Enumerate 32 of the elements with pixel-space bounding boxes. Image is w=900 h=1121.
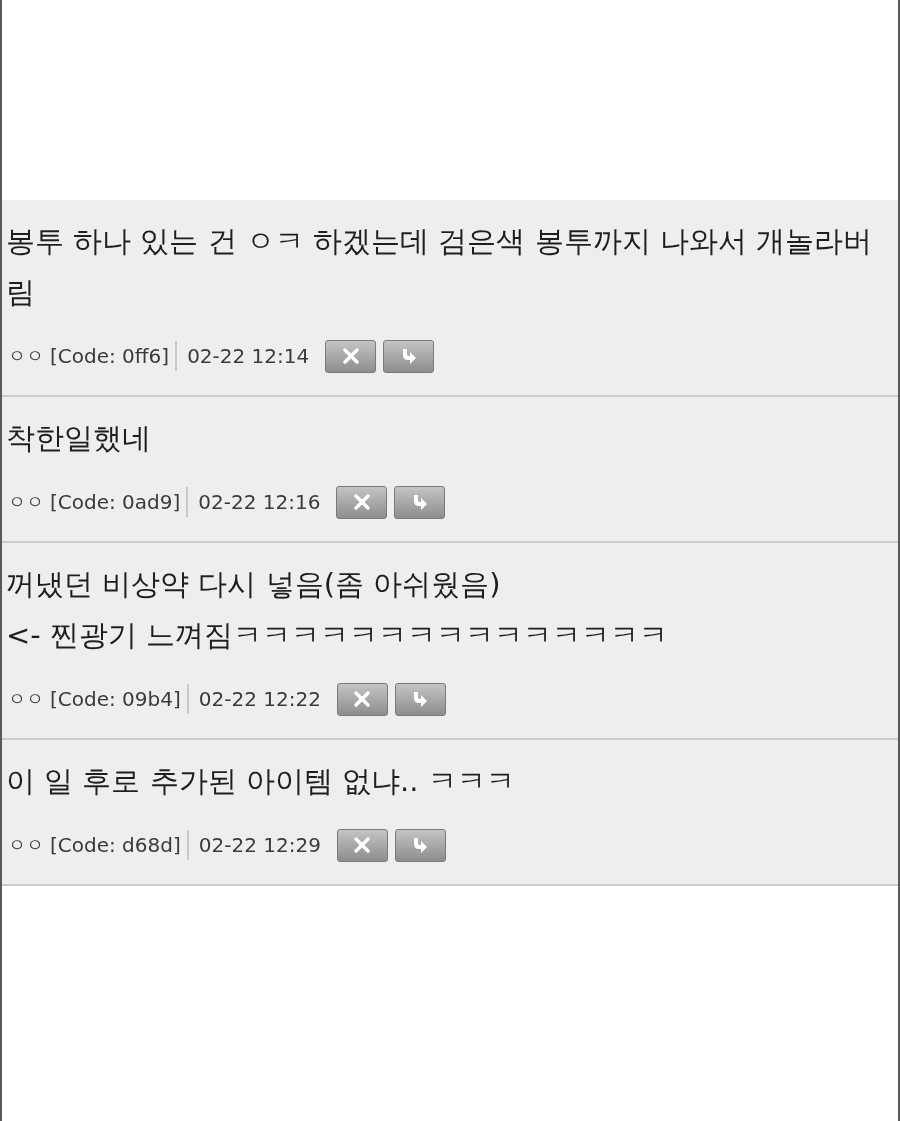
comment-text: 착한일했네 xyxy=(6,420,152,457)
comment-text: 봉투 하나 있는 건 ㅇㅋ 하겠는데 검은색 봉투까지 나와서 개놀라버림 xyxy=(6,223,873,311)
close-icon xyxy=(354,691,371,707)
author-code: [Code: 0ad9] xyxy=(50,490,181,514)
author-name: ㅇㅇ xyxy=(8,833,44,857)
author-code: [Code: d68d] xyxy=(50,833,181,857)
curved-arrow-icon xyxy=(400,348,417,364)
curved-arrow-icon xyxy=(411,494,428,510)
timestamp: 02-22 12:22 xyxy=(198,687,321,711)
author-name: ㅇㅇ xyxy=(8,344,44,368)
close-icon xyxy=(354,837,371,853)
curved-arrow-icon xyxy=(412,837,429,853)
comment-text: 이 일 후로 추가된 아이템 없냐.. ㅋㅋㅋ xyxy=(6,763,516,800)
author-name: ㅇㅇ xyxy=(8,490,44,514)
delete-button[interactable] xyxy=(336,485,388,519)
reply-button[interactable] xyxy=(394,682,446,716)
curved-arrow-icon xyxy=(412,691,429,707)
timestamp: 02-22 12:16 xyxy=(198,490,321,514)
reply-button[interactable] xyxy=(383,339,435,373)
reply-button[interactable] xyxy=(394,485,446,519)
timestamp: 02-22 12:29 xyxy=(198,833,321,857)
delete-button[interactable] xyxy=(336,828,388,862)
close-icon xyxy=(353,494,370,510)
delete-button[interactable] xyxy=(325,339,377,373)
delete-button[interactable] xyxy=(336,682,388,716)
comment-text: 꺼냈던 비상약 다시 넣음(좀 아쉬웠음) <- 찐광기 느껴짐ㅋㅋㅋㅋㅋㅋㅋㅋㅋㅋㅋㅋㅋㅋㅋ xyxy=(6,566,670,654)
author-code: [Code: 09b4] xyxy=(50,687,181,711)
author-code: [Code: 0ff6] xyxy=(50,344,170,368)
author-name: ㅇㅇ xyxy=(8,687,44,711)
close-icon xyxy=(342,348,359,364)
timestamp: 02-22 12:14 xyxy=(187,344,310,368)
reply-button[interactable] xyxy=(394,828,446,862)
